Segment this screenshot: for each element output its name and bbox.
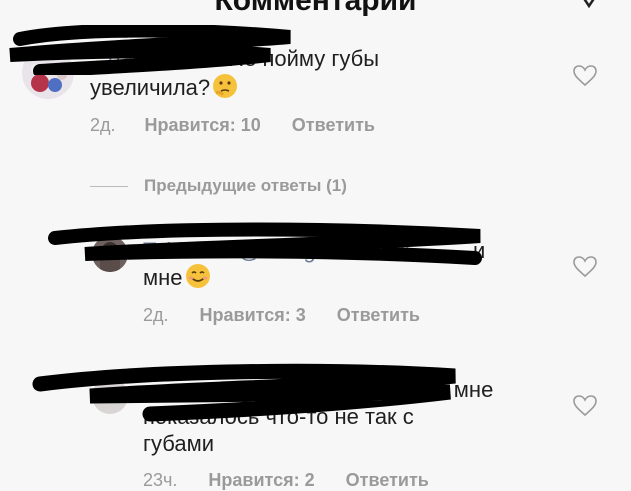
comment-text-line2: показалось что-то не так с	[143, 404, 414, 429]
avatar[interactable]	[92, 236, 128, 272]
comment-time: 23ч.	[143, 470, 178, 490]
comment-text: ...chka26 и мне	[340, 377, 494, 402]
likes-count[interactable]: Нравится: 10	[145, 115, 261, 135]
username-link[interactable]: Tohk...26 @emaga...chka26	[143, 238, 417, 263]
like-heart-icon[interactable]	[573, 65, 597, 92]
comment-text-line3: губами	[143, 431, 215, 456]
smiling-emoji-icon	[185, 263, 211, 289]
thinking-emoji-icon	[212, 73, 238, 99]
divider	[90, 186, 128, 188]
page-title: Комментарии	[214, 0, 417, 17]
comment-text-line2: мне	[143, 263, 211, 292]
comment-text-end: и	[473, 238, 486, 263]
reply-button[interactable]: Ответить	[346, 470, 429, 490]
send-icon[interactable]	[575, 0, 603, 15]
reply-button[interactable]: Ответить	[337, 305, 420, 325]
reply-button[interactable]: Ответить	[292, 115, 375, 135]
like-heart-icon[interactable]	[573, 395, 597, 422]
comment-time: 2д.	[90, 115, 116, 135]
likes-count[interactable]: Нравится: 3	[200, 305, 306, 325]
previous-replies-toggle[interactable]: Предыдущие ответы (1)	[90, 176, 347, 198]
avatar[interactable]	[22, 47, 74, 99]
comment-time: 2д.	[143, 305, 169, 325]
username-link[interactable]: ...chka26	[340, 377, 429, 402]
comment-meta: 2д. Нравится: 3 Ответить	[143, 305, 420, 326]
comment-text: Tohk...26 @emaga...chka26	[143, 236, 417, 265]
likes-count[interactable]: Нравится: 2	[208, 470, 314, 490]
comment-meta: 23ч. Нравится: 2 Ответить	[143, 470, 429, 491]
comment-text: ...ga...chka26 Не пойму губы	[90, 46, 380, 71]
back-icon[interactable]	[8, 0, 28, 13]
username-link[interactable]: ...ga...chka26	[90, 46, 222, 71]
comment-text-line2: увеличила?	[90, 73, 238, 102]
comment-meta: 2д. Нравится: 10 Ответить	[90, 115, 375, 136]
avatar[interactable]	[92, 378, 128, 414]
like-heart-icon[interactable]	[573, 256, 597, 283]
